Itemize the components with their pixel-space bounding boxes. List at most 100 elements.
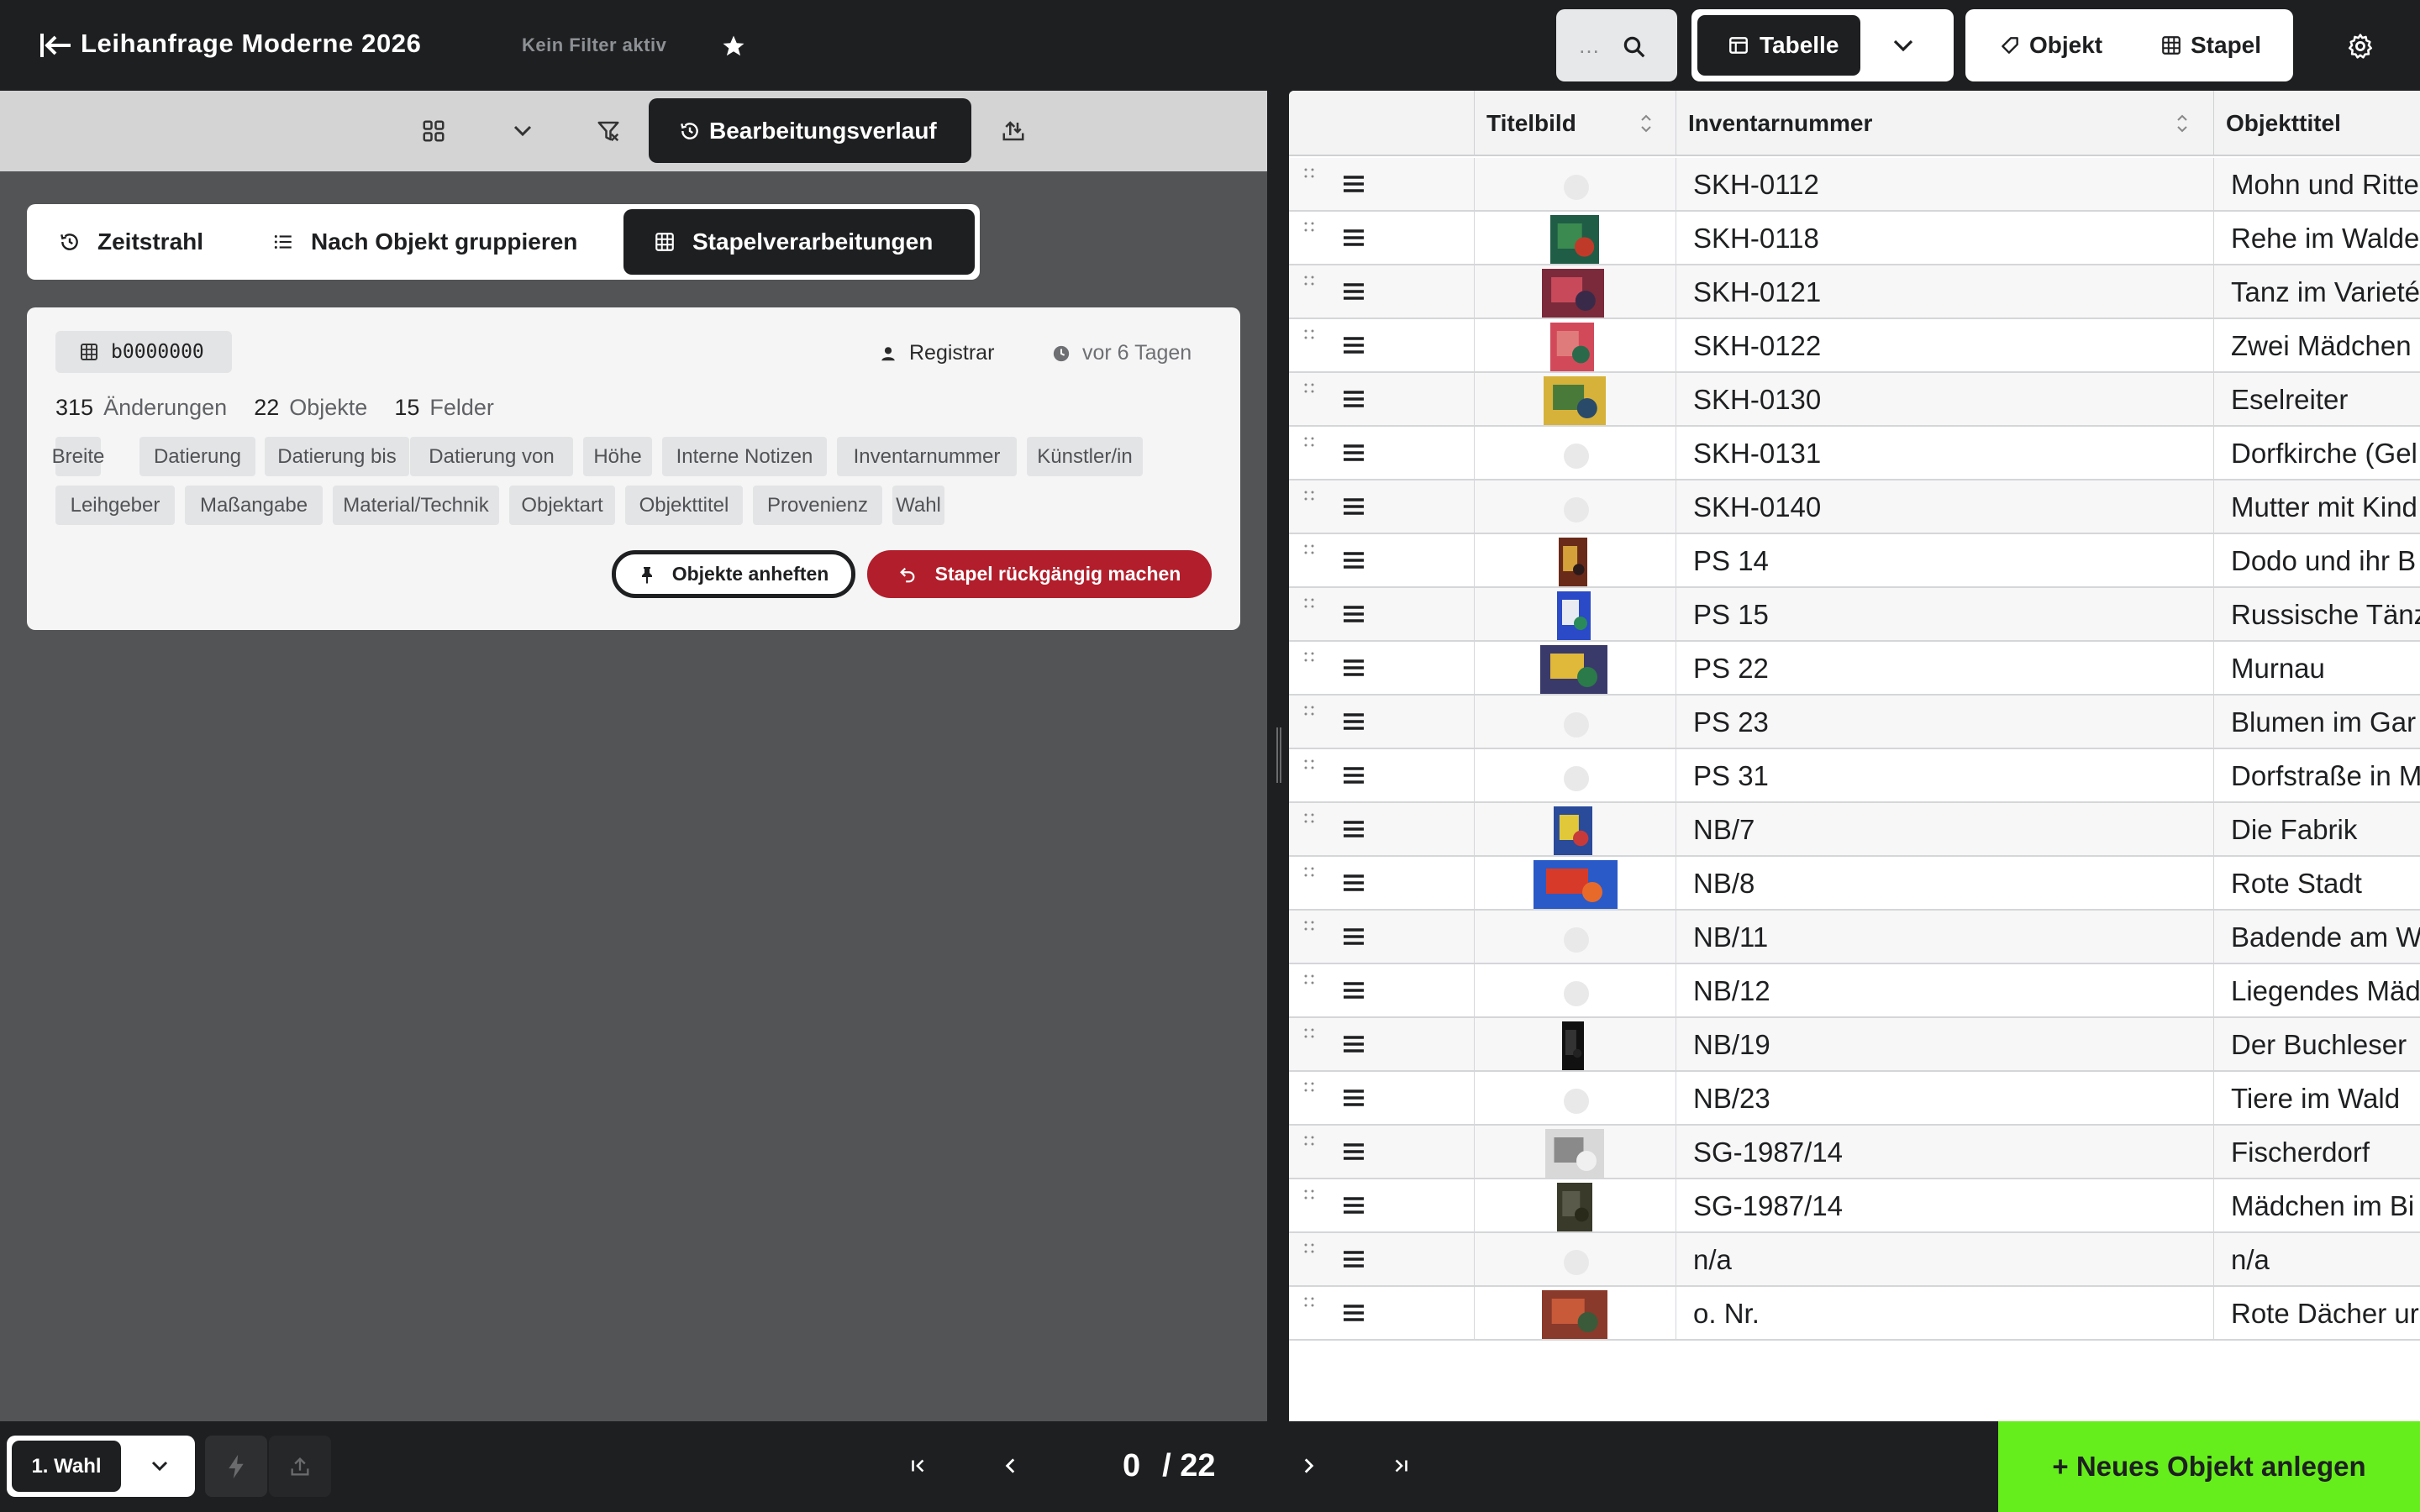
gear-icon[interactable] [2346,32,2375,60]
table-row[interactable]: NB/23 Tiere im Wald [1289,1072,2420,1126]
cover-image-cell[interactable] [1474,158,1676,212]
inventory-number-cell[interactable]: n/a [1676,1233,2213,1287]
selection-button[interactable]: 1. Wahl [12,1441,121,1492]
row-menu-icon[interactable] [1341,924,1366,949]
column-header-object-title[interactable]: Objekttitel [2213,91,2420,156]
table-row[interactable]: NB/7 Die Fabrik [1289,803,2420,857]
drag-handle-icon[interactable] [1304,276,1314,286]
table-row[interactable]: PS 31 Dorfstraße in M [1289,749,2420,803]
column-header-inventory-number[interactable]: Inventarnummer [1676,91,2213,156]
drag-handle-icon[interactable] [1304,652,1314,662]
cover-image-cell[interactable] [1474,964,1676,1018]
row-menu-icon[interactable] [1341,171,1366,197]
back-to-list-icon[interactable] [39,29,74,62]
cover-image-cell[interactable] [1474,1126,1676,1179]
inventory-number-cell[interactable]: PS 22 [1676,642,2213,696]
object-title-cell[interactable]: Tanz im Varieté [2213,265,2420,319]
last-page-icon[interactable] [1381,1446,1420,1485]
drag-handle-icon[interactable] [1304,383,1314,393]
row-menu-icon[interactable] [1341,1247,1366,1272]
row-menu-icon[interactable] [1341,1032,1366,1057]
drag-handle-icon[interactable] [1304,1189,1314,1200]
table-row[interactable]: PS 23 Blumen im Gar [1289,696,2420,749]
row-menu-icon[interactable] [1341,1300,1366,1326]
inventory-number-cell[interactable]: SG-1987/14 [1676,1126,2213,1179]
sort-icon[interactable] [1639,111,1653,136]
inventory-number-cell[interactable]: PS 14 [1676,534,2213,588]
table-row[interactable]: SKH-0130 Eselreiter [1289,373,2420,427]
inventory-number-cell[interactable]: SKH-0130 [1676,373,2213,427]
cover-image-cell[interactable] [1474,857,1676,911]
inventory-number-cell[interactable]: o. Nr. [1676,1287,2213,1341]
next-page-icon[interactable] [1289,1446,1328,1485]
batch-id-badge[interactable]: b0000000 [55,331,232,373]
object-title-cell[interactable]: Dodo und ihr B [2213,534,2420,588]
object-title-cell[interactable]: Russische Tänz [2213,588,2420,642]
row-menu-icon[interactable] [1341,494,1366,519]
row-menu-icon[interactable] [1341,386,1366,412]
tab-group-by-object[interactable]: Nach Objekt gruppieren [272,204,577,280]
table-row[interactable]: SKH-0118 Rehe im Walde [1289,212,2420,265]
inventory-number-cell[interactable]: NB/23 [1676,1072,2213,1126]
cover-image-cell[interactable] [1474,1179,1676,1233]
table-row[interactable]: SKH-0140 Mutter mit Kind [1289,480,2420,534]
drag-handle-icon[interactable] [1304,1028,1314,1038]
layout-grid-icon[interactable] [412,111,455,151]
sort-export-icon[interactable] [992,111,1035,151]
row-menu-icon[interactable] [1341,870,1366,895]
object-title-cell[interactable]: Badende am W [2213,911,2420,964]
object-title-cell[interactable]: Die Fabrik [2213,803,2420,857]
search-input[interactable]: … [1556,9,1677,81]
drag-handle-icon[interactable] [1304,706,1314,716]
chevron-down-icon[interactable] [143,1452,176,1481]
view-table-button[interactable]: Tabelle [1697,15,1860,76]
drag-handle-icon[interactable] [1304,974,1314,984]
mode-batch-button[interactable]: Stapel [2160,9,2261,81]
cover-image-cell[interactable] [1474,265,1676,319]
table-row[interactable]: SG-1987/14 Fischerdorf [1289,1126,2420,1179]
inventory-number-cell[interactable]: SKH-0131 [1676,427,2213,480]
filter-status[interactable]: Kein Filter aktiv [522,34,666,56]
inventory-number-cell[interactable]: SKH-0121 [1676,265,2213,319]
object-title-cell[interactable]: Rote Dächer ur [2213,1287,2420,1341]
object-title-cell[interactable]: Murnau [2213,642,2420,696]
cover-image-cell[interactable] [1474,373,1676,427]
object-title-cell[interactable]: Fischerdorf [2213,1126,2420,1179]
inventory-number-cell[interactable]: PS 15 [1676,588,2213,642]
mode-object-button[interactable]: Objekt [1999,9,2102,81]
cover-image-cell[interactable] [1474,803,1676,857]
object-title-cell[interactable]: n/a [2213,1233,2420,1287]
inventory-number-cell[interactable]: PS 31 [1676,749,2213,803]
chevron-down-icon[interactable] [501,111,544,151]
inventory-number-cell[interactable]: PS 23 [1676,696,2213,749]
table-row[interactable]: PS 14 Dodo und ihr B [1289,534,2420,588]
edit-history-button[interactable]: Bearbeitungsverlauf [649,98,971,163]
row-menu-icon[interactable] [1341,1139,1366,1164]
object-title-cell[interactable]: Der Buchleser [2213,1018,2420,1072]
cover-image-cell[interactable] [1474,1287,1676,1341]
pin-objects-button[interactable]: Objekte anheften [612,550,855,598]
table-row[interactable]: SKH-0131 Dorfkirche (Gel [1289,427,2420,480]
object-title-cell[interactable]: Blumen im Gar [2213,696,2420,749]
row-menu-icon[interactable] [1341,279,1366,304]
cover-image-cell[interactable] [1474,480,1676,534]
drag-handle-icon[interactable] [1304,598,1314,608]
filter-off-icon[interactable] [587,111,630,151]
inventory-number-cell[interactable]: SKH-0122 [1676,319,2213,373]
cover-image-cell[interactable] [1474,749,1676,803]
table-row[interactable]: NB/12 Liegendes Mäd [1289,964,2420,1018]
drag-handle-icon[interactable] [1304,1082,1314,1092]
table-row[interactable]: NB/11 Badende am W [1289,911,2420,964]
cover-image-cell[interactable] [1474,1233,1676,1287]
cover-image-cell[interactable] [1474,534,1676,588]
object-title-cell[interactable]: Eselreiter [2213,373,2420,427]
table-row[interactable]: n/a n/a [1289,1233,2420,1287]
previous-page-icon[interactable] [992,1446,1030,1485]
row-menu-icon[interactable] [1341,1193,1366,1218]
object-title-cell[interactable]: Liegendes Mäd [2213,964,2420,1018]
object-title-cell[interactable]: Mohn und Ritte [2213,158,2420,212]
inventory-number-cell[interactable]: NB/11 [1676,911,2213,964]
first-page-icon[interactable] [899,1446,938,1485]
cover-image-cell[interactable] [1474,911,1676,964]
drag-handle-icon[interactable] [1304,813,1314,823]
